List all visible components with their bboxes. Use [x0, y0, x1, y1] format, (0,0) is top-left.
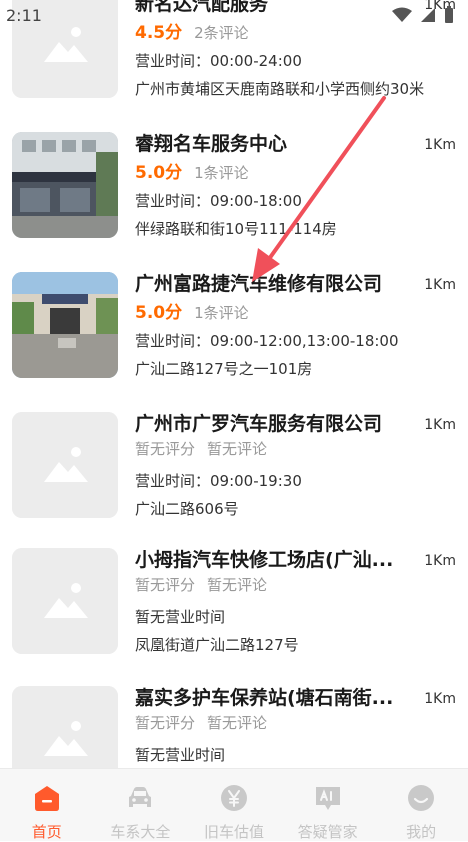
image-placeholder-icon [12, 412, 118, 518]
bottom-tab-bar: 首页 车系大全 旧车估值 答疑管家 我的 [0, 768, 468, 841]
shop-score: 4.5分 [135, 23, 183, 43]
garage-photo [12, 272, 118, 378]
shop-distance: 1Km [424, 417, 456, 433]
shop-thumbnail-placeholder [12, 412, 118, 518]
image-placeholder-icon [12, 0, 118, 98]
shop-score: 暂无评分 [135, 576, 196, 594]
shop-hours: 营业时间：09:00-18:00 [135, 192, 302, 210]
shop-review-count: 1条评论 [194, 304, 249, 322]
tab-qa-assistant[interactable]: 答疑管家 [281, 769, 374, 842]
shop-distance: 1Km [424, 277, 456, 293]
tab-home[interactable]: 首页 [0, 769, 93, 842]
yen-icon [220, 785, 247, 811]
shop-thumbnail-placeholder [12, 0, 118, 98]
shop-address: 凤凰街道广汕二路127号 [135, 636, 299, 654]
tab-car-series-label: 车系大全 [110, 823, 171, 841]
shop-address: 广汕二路127号之一101房 [135, 360, 313, 378]
shop-name: 广州富路捷汽车维修有限公司 [135, 273, 383, 295]
shop-score: 5.0分 [135, 303, 183, 323]
shop-distance: 1Km [424, 553, 456, 569]
shop-distance: 1Km [424, 691, 456, 707]
shop-item[interactable]: 广州富路捷汽车维修有限公司 1Km 5.0分 1条评论 营业时间：09:00-1… [0, 272, 468, 412]
shop-review-count: 2条评论 [194, 24, 249, 42]
shop-review-count: 暂无评论 [207, 714, 268, 732]
tab-mine[interactable]: 我的 [375, 769, 468, 842]
tab-home-label: 首页 [31, 823, 62, 841]
shop-hours: 营业时间：09:00-12:00,13:00-18:00 [135, 332, 399, 350]
shop-item[interactable]: 嘉实多护车保养站(塘石南街... 1Km 暂无评分 暂无评论 暂无营业时间 [0, 686, 468, 768]
image-placeholder-icon [12, 548, 118, 654]
shop-thumbnail-storefront [12, 132, 118, 238]
shop-address: 广汕二路606号 [135, 500, 239, 518]
shop-thumbnail-placeholder [12, 686, 118, 768]
shop-name: 广州市广罗汽车服务有限公司 [135, 413, 383, 435]
shop-review-count: 暂无评论 [207, 440, 268, 458]
car-icon [129, 787, 152, 807]
tab-used-car-valuation[interactable]: 旧车估值 [187, 769, 280, 842]
shop-thumbnail-garage [12, 272, 118, 378]
shop-score: 5.0分 [135, 163, 183, 183]
shop-distance: 1Km [424, 137, 456, 153]
shop-hours: 暂无营业时间 [135, 608, 226, 626]
shop-hours: 营业时间：09:00-19:30 [135, 472, 302, 490]
shop-list: 新名达汽配服务 1Km 4.5分 2条评论 营业时间：00:00-24:00 广… [0, 0, 468, 768]
shop-distance: 1Km [424, 0, 456, 13]
tab-qa-assistant-label: 答疑管家 [297, 823, 358, 841]
shop-address: 伴绿路联和街10号111-114房 [135, 220, 337, 238]
shop-score: 暂无评分 [135, 440, 196, 458]
smile-icon [408, 785, 435, 811]
shop-name: 睿翔名车服务中心 [135, 133, 288, 155]
shop-hours: 暂无营业时间 [135, 746, 226, 764]
shop-item[interactable]: 小拇指汽车快修工场店(广汕... 1Km 暂无评分 暂无评论 暂无营业时间 凤凰… [0, 548, 468, 688]
ai-chat-icon [315, 787, 340, 810]
shop-name: 小拇指汽车快修工场店(广汕... [135, 549, 394, 571]
shop-thumbnail-placeholder [12, 548, 118, 654]
shop-review-count: 暂无评论 [207, 576, 268, 594]
tab-used-car-valuation-label: 旧车估值 [203, 823, 264, 841]
shop-name: 新名达汽配服务 [135, 0, 269, 15]
home-icon [34, 786, 59, 811]
shop-hours: 营业时间：00:00-24:00 [135, 52, 302, 70]
tab-car-series[interactable]: 车系大全 [94, 769, 187, 842]
image-placeholder-icon [12, 686, 118, 768]
shop-address: 广州市黄埔区天鹿南路联和小学西侧约30米 [135, 80, 425, 98]
shop-name: 嘉实多护车保养站(塘石南街... [135, 687, 394, 709]
shop-score: 暂无评分 [135, 714, 196, 732]
shop-item[interactable]: 睿翔名车服务中心 1Km 5.0分 1条评论 营业时间：09:00-18:00 … [0, 132, 468, 272]
tab-mine-label: 我的 [406, 823, 437, 841]
storefront-photo [12, 132, 118, 238]
shop-item[interactable]: 广州市广罗汽车服务有限公司 1Km 暂无评分 暂无评论 营业时间：09:00-1… [0, 412, 468, 552]
shop-review-count: 1条评论 [194, 164, 249, 182]
shop-item[interactable]: 新名达汽配服务 1Km 4.5分 2条评论 营业时间：00:00-24:00 广… [0, 0, 468, 132]
